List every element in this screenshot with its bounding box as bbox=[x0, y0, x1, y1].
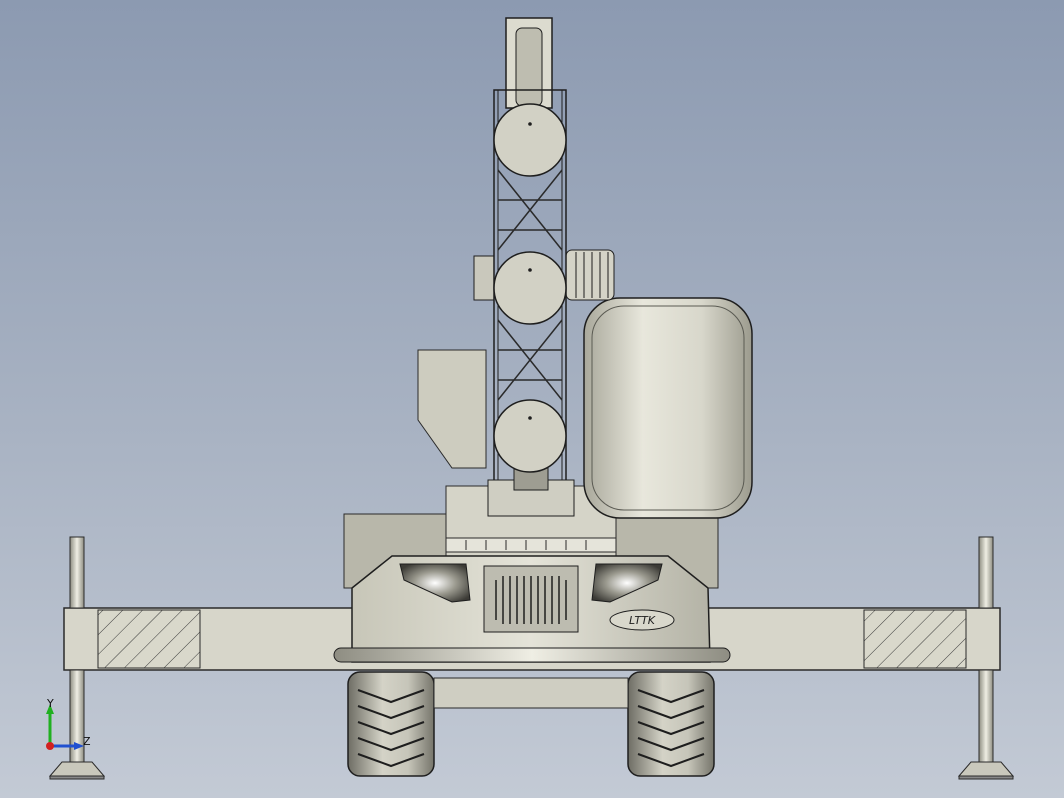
crawler-crane-model[interactable]: LTTK bbox=[0, 0, 1064, 798]
triad-y-label: Y bbox=[47, 697, 54, 710]
boom-sheave-middle bbox=[493, 251, 567, 325]
undercarriage-frame bbox=[433, 677, 629, 709]
triad-z-label: Z bbox=[83, 735, 91, 748]
boom-sheave-top bbox=[493, 103, 567, 177]
x-axis-dot bbox=[46, 742, 54, 750]
crawler-track-left bbox=[347, 671, 435, 777]
crawler-track-right bbox=[627, 671, 715, 777]
front-body: LTTK bbox=[351, 555, 711, 663]
turntable-ring bbox=[445, 537, 617, 553]
operator-cab bbox=[583, 297, 753, 519]
cad-graphics-viewport[interactable]: LTTK Y Z bbox=[0, 0, 1064, 798]
brand-emblem-text: LTTK bbox=[629, 614, 656, 627]
front-bumper bbox=[333, 647, 731, 663]
left-counterweight-box bbox=[417, 349, 487, 469]
boom-sheave-bottom bbox=[493, 399, 567, 473]
